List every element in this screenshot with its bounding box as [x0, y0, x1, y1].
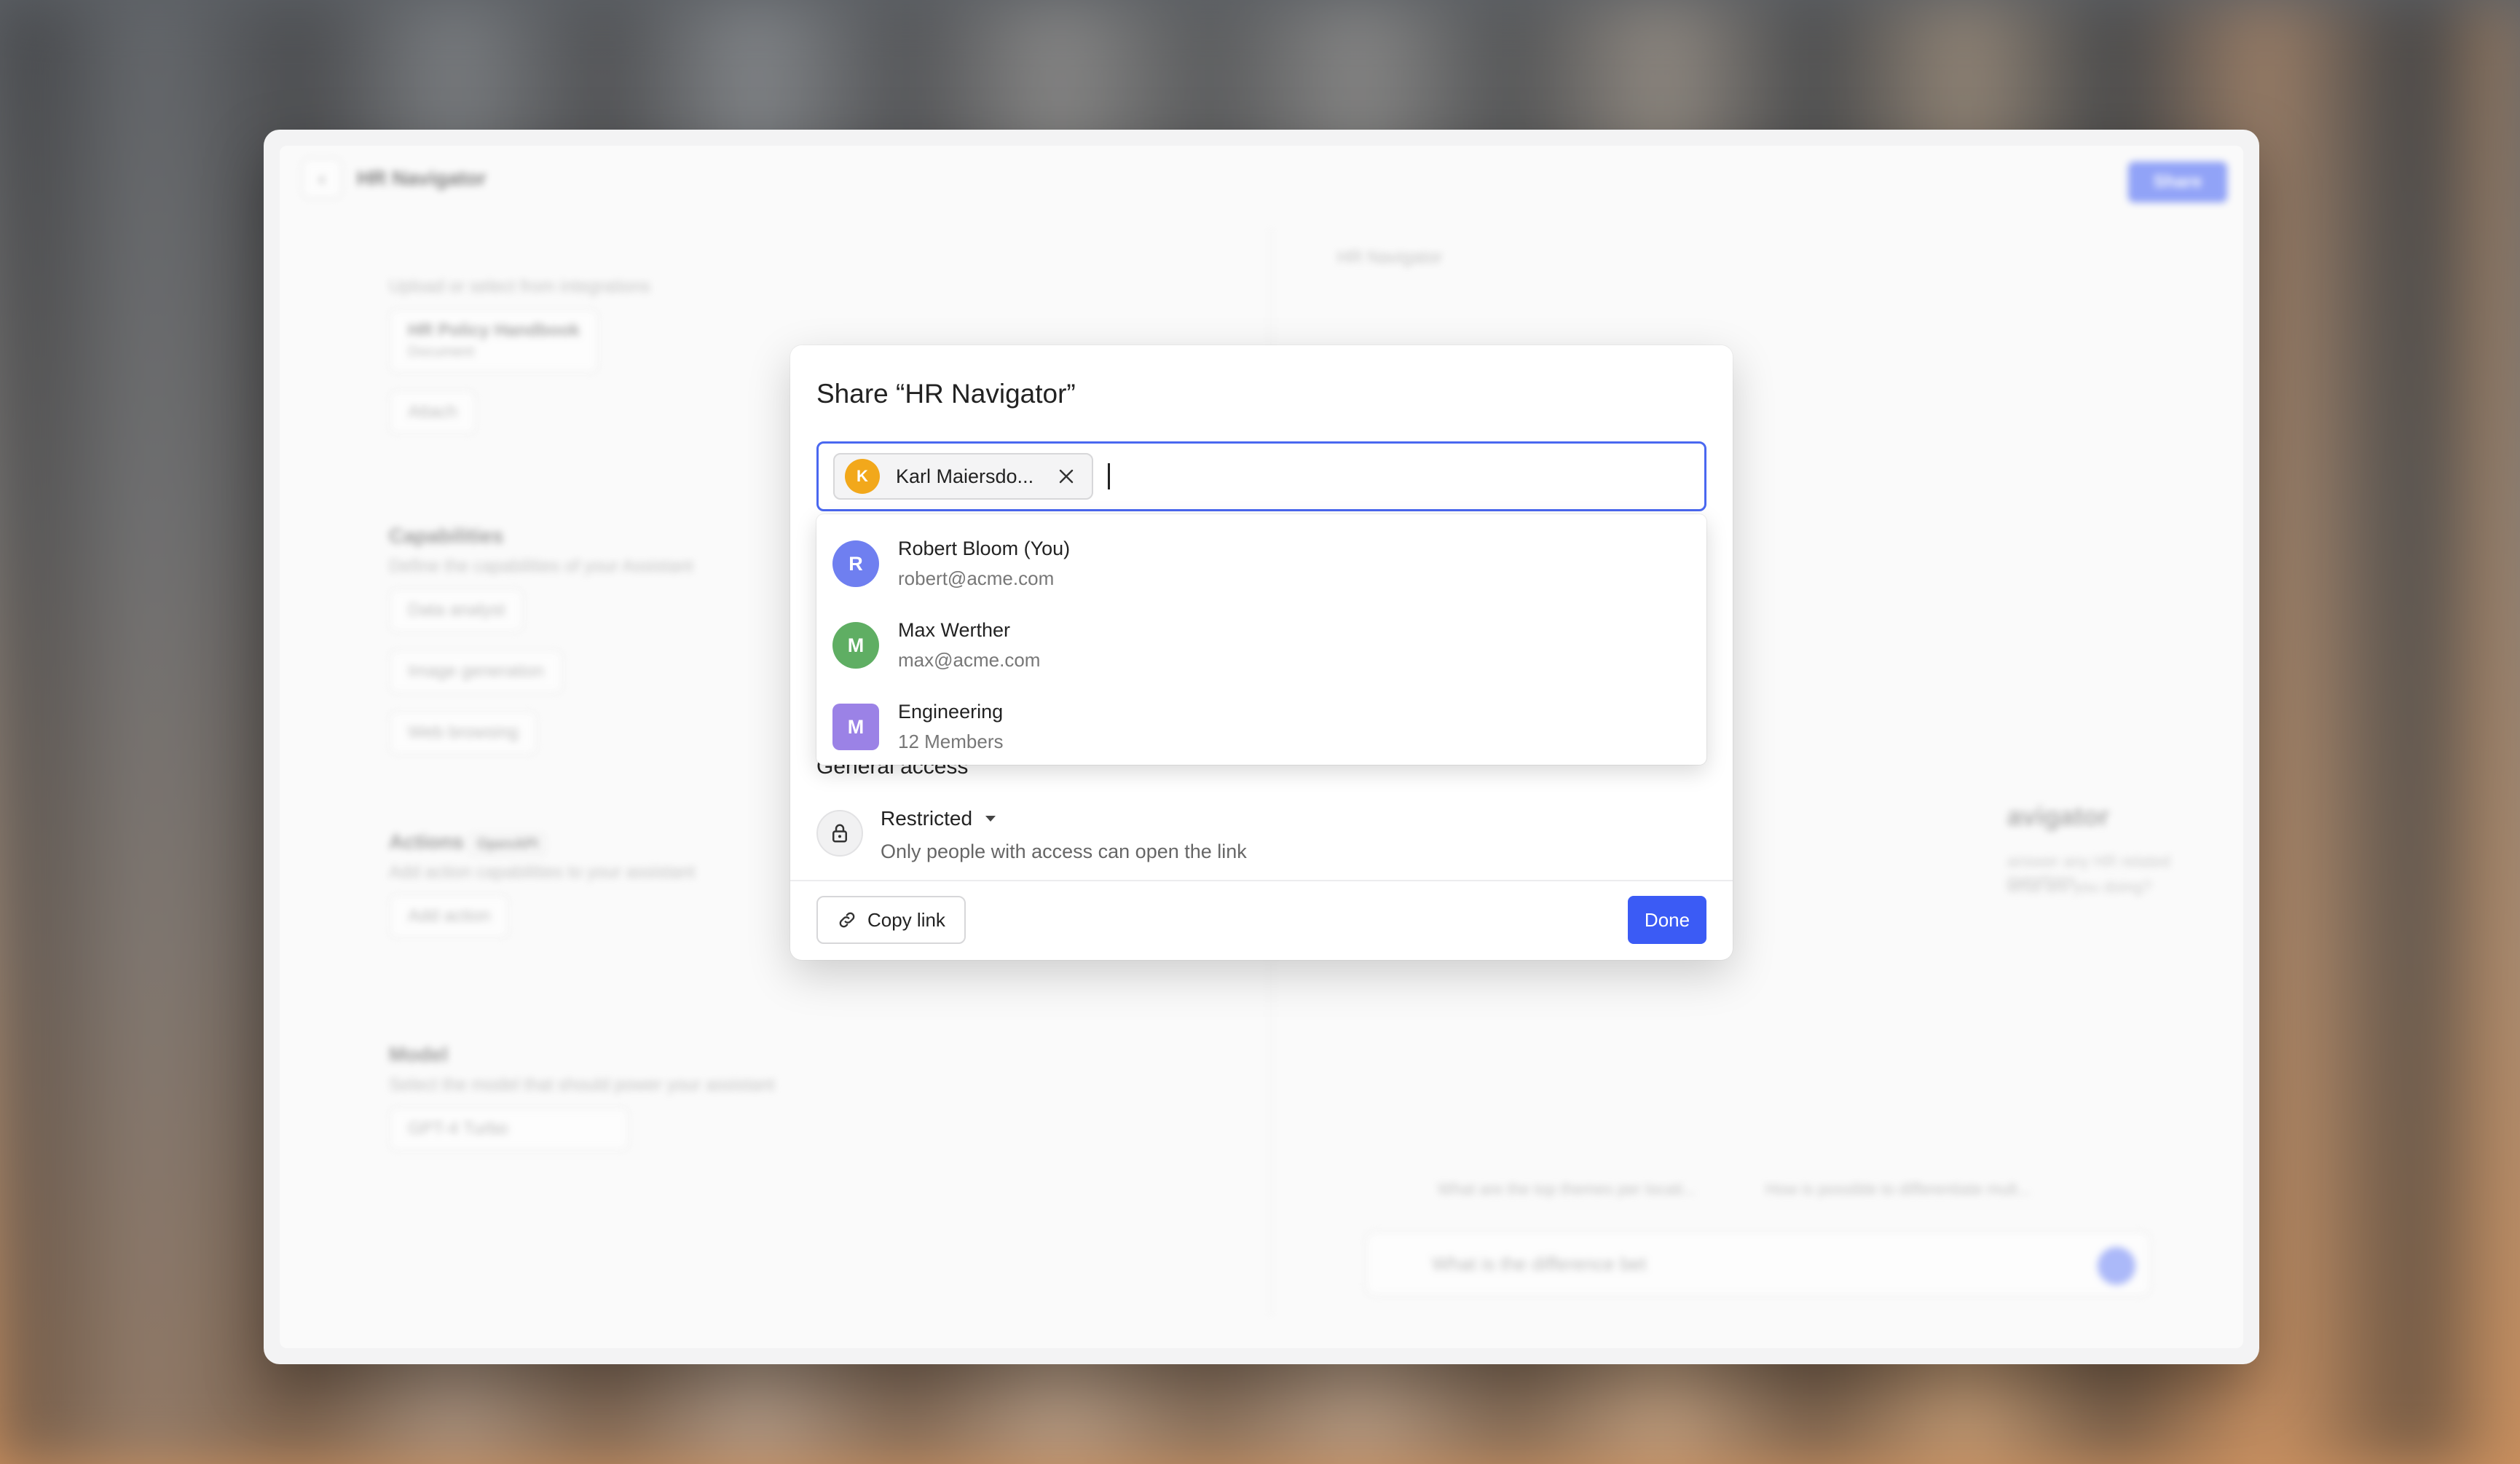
chip-name: Karl Maiersdo... — [896, 465, 1034, 487]
app-title: HR Navigator — [357, 167, 487, 189]
suggestion-email: robert@acme.com — [898, 567, 1055, 589]
capability-web-browsing[interactable]: Web browsing — [389, 711, 538, 755]
general-access-row: Restricted Only people with access can o… — [816, 807, 1247, 863]
suggestion-max-werther[interactable]: M Max Werther max@acme.com — [816, 605, 1706, 686]
file-card[interactable]: HR Policy Handbook Document — [389, 309, 599, 373]
suggestion-name: Max Werther — [898, 619, 1011, 641]
access-text: Restricted Only people with access can o… — [881, 807, 1247, 863]
access-level-value: Restricted — [881, 807, 973, 830]
actions-heading-label: Actions — [389, 830, 464, 853]
link-icon — [839, 912, 855, 928]
dialog-title: Share “HR Navigator” — [816, 379, 1076, 409]
people-suggestions-dropdown: R Robert Bloom (You) robert@acme.com M M… — [816, 514, 1706, 765]
back-button[interactable]: ‹ — [302, 158, 342, 199]
suggestion-robert-bloom[interactable]: R Robert Bloom (You) robert@acme.com — [816, 523, 1706, 605]
suggestion-text: Engineering 12 Members — [898, 701, 1004, 753]
app-topbar: ‹ HR Navigator — [280, 146, 2243, 211]
selected-person-chip[interactable]: K Karl Maiersdo... — [833, 453, 1094, 500]
chevron-left-icon: ‹ — [318, 167, 326, 189]
model-select[interactable]: GPT-4 Turbo — [389, 1107, 629, 1151]
send-button[interactable] — [2098, 1247, 2135, 1285]
suggestion-text: Robert Bloom (You) robert@acme.com — [898, 538, 1070, 590]
suggestion-chip-1[interactable]: What are the top themes per locati... — [1438, 1180, 1696, 1199]
text-cursor — [1108, 463, 1111, 489]
copy-link-button[interactable]: Copy link — [816, 896, 966, 944]
add-action-button[interactable]: Add action — [389, 894, 510, 938]
invite-people-input[interactable]: K Karl Maiersdo... — [816, 441, 1706, 511]
done-button[interactable]: Done — [1628, 896, 1706, 944]
attach-button[interactable]: Attach — [389, 390, 477, 434]
group-avatar: M — [832, 704, 879, 750]
preview-assistant-name: avigator — [2007, 801, 2110, 831]
suggestion-email: max@acme.com — [898, 649, 1041, 671]
chat-input[interactable]: What is the difference bet — [1365, 1231, 2151, 1296]
suggestion-engineering-group[interactable]: M Engineering 12 Members — [816, 686, 1706, 768]
suggestion-chip-2[interactable]: How is possible to differentiate mult... — [1765, 1180, 2031, 1199]
share-button[interactable]: Share — [2128, 162, 2227, 202]
model-subtitle: Select the model that should power your … — [389, 1075, 775, 1095]
knowledge-subtitle: Upload or select from integrations — [389, 277, 650, 296]
file-type: Document — [408, 344, 475, 360]
close-icon[interactable] — [1055, 465, 1077, 487]
suggestion-text: Max Werther max@acme.com — [898, 619, 1040, 672]
suggestion-member-count: 12 Members — [898, 731, 1004, 752]
avatar: M — [832, 622, 879, 669]
suggestion-name: Robert Bloom (You) — [898, 538, 1071, 559]
access-description: Only people with access can open the lin… — [881, 841, 1247, 862]
model-heading: Model — [389, 1043, 448, 1066]
lock-icon — [816, 810, 863, 857]
preview-description-line-2: what are you doing? — [2007, 878, 2152, 896]
access-level-select[interactable]: Restricted — [881, 807, 1247, 830]
capability-image-generation[interactable]: Image generation — [389, 650, 563, 693]
capability-data-analyst[interactable]: Data analyst — [389, 589, 524, 632]
caret-down-icon — [985, 816, 996, 822]
chat-input-text: What is the difference bet — [1432, 1252, 1647, 1275]
avatar: K — [845, 459, 880, 494]
share-dialog: Share “HR Navigator” K Karl Maiersdo... … — [790, 345, 1733, 960]
openapi-badge: OpenAPI — [469, 833, 546, 855]
file-name: HR Policy Handbook — [408, 320, 580, 340]
avatar: R — [832, 540, 879, 587]
dialog-footer: Copy link Done — [790, 880, 1733, 960]
preview-title: HR Navigator — [1337, 248, 1443, 267]
suggestion-name: Engineering — [898, 701, 1004, 723]
copy-link-label: Copy link — [867, 908, 945, 931]
